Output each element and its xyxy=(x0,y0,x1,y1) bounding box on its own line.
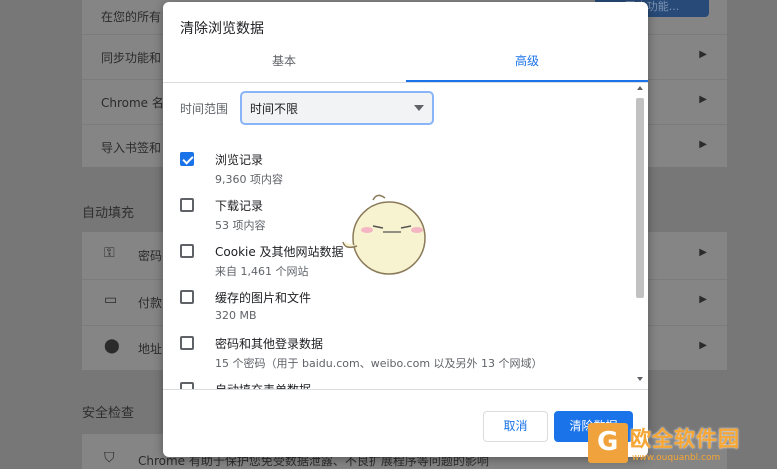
settings-row-label: Chrome 名 xyxy=(101,96,164,110)
time-range-label: 时间范围 xyxy=(180,102,229,116)
scroll-down-arrow-icon[interactable] xyxy=(637,377,643,381)
scroll-up-arrow-icon[interactable] xyxy=(637,86,643,90)
item-title: 自动填充表单数据 xyxy=(215,381,311,389)
tab-advanced[interactable]: 高级 xyxy=(406,48,648,82)
list-item-cache[interactable]: 缓存的图片和文件 320 MB xyxy=(163,277,633,323)
chevron-right-icon: ▶ xyxy=(699,294,707,305)
key-icon: ⚿ xyxy=(104,245,115,261)
checkbox-autofill[interactable] xyxy=(180,382,194,389)
item-subtitle: 320 MB xyxy=(215,309,257,322)
checkbox-download-history[interactable] xyxy=(180,198,194,212)
list-item-browsing-history[interactable]: 浏览记录 9,360 项内容 xyxy=(163,139,633,186)
chevron-right-icon: ▶ xyxy=(699,340,707,351)
section-heading-autofill: 自动填充 xyxy=(82,206,135,221)
item-title: 浏览记录 xyxy=(215,153,264,167)
tab-bar: 基本 高级 xyxy=(163,48,648,83)
tab-basic[interactable]: 基本 xyxy=(163,48,405,81)
list-scrollbar[interactable] xyxy=(633,84,647,387)
section-heading-safety: 安全检查 xyxy=(82,406,135,421)
settings-row-label: 付款 xyxy=(138,296,163,310)
credit-card-icon: ▭ xyxy=(104,292,118,308)
settings-row-label: 在您的所有 xyxy=(101,10,162,24)
site-watermark: 欧全软件园 www.ouquanbl.com xyxy=(588,421,774,467)
location-pin-icon: ⬤ xyxy=(104,338,120,354)
chevron-right-icon: ▶ xyxy=(699,94,707,105)
list-item-passwords[interactable]: 密码和其他登录数据 15 个密码（用于 baidu.com、weibo.com … xyxy=(163,323,633,370)
cancel-button[interactable]: 取消 xyxy=(483,411,548,442)
checkbox-cookies[interactable] xyxy=(180,244,194,258)
settings-row-label: 导入书签和 xyxy=(101,141,162,155)
item-title: 缓存的图片和文件 xyxy=(215,291,312,305)
item-title: 下载记录 xyxy=(215,199,264,213)
mascot-sticker xyxy=(342,194,426,275)
checkbox-cache[interactable] xyxy=(180,290,194,304)
watermark-url: www.ouquanbl.com xyxy=(632,453,721,463)
item-title: 密码和其他登录数据 xyxy=(215,337,324,351)
chevron-right-icon: ▶ xyxy=(699,49,707,60)
watermark-text: 欧全软件园 xyxy=(630,427,740,451)
watermark-logo-icon xyxy=(588,423,628,463)
settings-row-label: 同步功能和 xyxy=(101,51,162,65)
shield-icon: ⛉ xyxy=(104,450,115,466)
checkbox-passwords[interactable] xyxy=(180,336,194,350)
settings-row-label: 地址 xyxy=(138,342,163,356)
list-item-autofill[interactable]: 自动填充表单数据 xyxy=(163,369,633,389)
time-range-value: 时间不限 xyxy=(250,102,299,116)
time-range-select[interactable]: 时间不限 xyxy=(241,92,433,124)
scroll-thumb[interactable] xyxy=(636,98,644,298)
dialog-title: 清除浏览数据 xyxy=(180,21,264,37)
item-title: Cookie 及其他网站数据 xyxy=(215,245,344,259)
settings-row-label: 密码 xyxy=(138,249,163,263)
chevron-right-icon: ▶ xyxy=(699,247,707,258)
chevron-right-icon: ▶ xyxy=(699,139,707,150)
checkbox-browsing-history[interactable] xyxy=(180,152,194,166)
footer-divider xyxy=(163,389,648,390)
chevron-down-icon xyxy=(414,105,424,111)
